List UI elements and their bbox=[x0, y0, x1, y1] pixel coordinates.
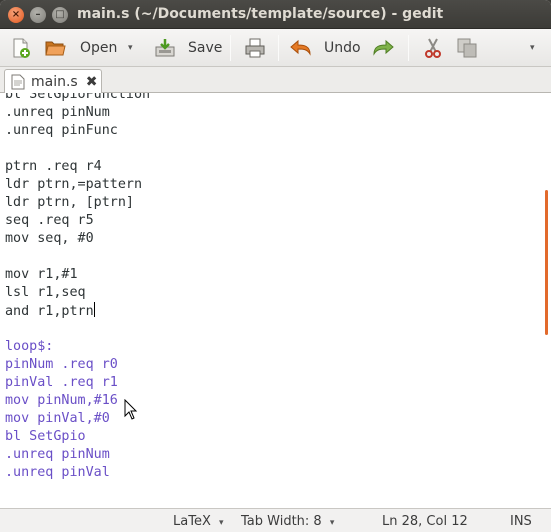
open-button[interactable]: Open bbox=[44, 35, 117, 61]
window-close-button[interactable]: × bbox=[8, 7, 24, 23]
code-line-text: .unreq pinNum bbox=[5, 105, 110, 120]
code-line[interactable]: .unreq pinNum bbox=[5, 104, 150, 122]
new-button[interactable] bbox=[10, 35, 32, 61]
code-line[interactable]: ldr ptrn, [ptrn] bbox=[5, 194, 150, 212]
code-line-text: mov seq, #0 bbox=[5, 231, 94, 246]
code-line-text: mov r1,#1 bbox=[5, 267, 78, 282]
tab-label: main.s bbox=[31, 74, 78, 90]
cut-button[interactable] bbox=[422, 35, 444, 61]
code-line[interactable] bbox=[5, 248, 150, 266]
text-caret bbox=[93, 302, 95, 317]
text-editor[interactable]: bl SetGpioFunction .unreq pinNum .unreq pi… bbox=[0, 93, 551, 508]
code-line-text: mov pinVal,#0 bbox=[5, 411, 110, 426]
chevron-down-icon: ▾ bbox=[219, 518, 224, 528]
code-line-text: loop$: bbox=[5, 339, 54, 354]
code-line[interactable] bbox=[5, 140, 150, 158]
toolbar: Open ▾ Save Undo ▾ bbox=[0, 29, 551, 67]
chevron-down-icon: ▾ bbox=[530, 43, 535, 53]
code-line-text: mov pinNum,#16 bbox=[5, 393, 118, 408]
code-line-text: pinVal .req r1 bbox=[5, 375, 118, 390]
code-line[interactable]: lsl r1,seq bbox=[5, 284, 150, 302]
code-line[interactable]: mov r1,#1 bbox=[5, 266, 150, 284]
undo-icon bbox=[290, 37, 312, 59]
code-line-text: pinNum .req r0 bbox=[5, 357, 118, 372]
text-file-icon bbox=[11, 74, 25, 90]
gedit-window: × – □ main.s (~/Documents/template/sourc… bbox=[0, 0, 551, 532]
status-bar: LaTeX ▾ Tab Width: 8 ▾ Ln 28, Col 12 INS bbox=[0, 508, 551, 532]
cut-icon bbox=[422, 37, 444, 59]
code-line-text: ldr ptrn,=pattern bbox=[5, 177, 143, 192]
code-line[interactable]: ldr ptrn,=pattern bbox=[5, 176, 150, 194]
save-label: Save bbox=[188, 40, 223, 56]
window-title: main.s (~/Documents/template/source) - g… bbox=[77, 6, 444, 22]
toolbar-separator bbox=[408, 35, 409, 61]
code-line[interactable]: bl SetGpioFunction bbox=[5, 93, 150, 104]
code-line[interactable]: pinNum .req r0 bbox=[5, 356, 150, 374]
print-icon bbox=[244, 37, 266, 59]
open-label: Open bbox=[80, 40, 118, 56]
copy-button[interactable] bbox=[456, 35, 478, 61]
code-line[interactable]: .unreq pinNum bbox=[5, 446, 150, 464]
cursor-position: Ln 28, Col 12 bbox=[382, 514, 468, 529]
code-line[interactable]: .unreq pinFunc bbox=[5, 122, 150, 140]
language-label: LaTeX bbox=[173, 514, 211, 529]
insert-mode-indicator[interactable]: INS bbox=[510, 514, 532, 529]
tab-main-s[interactable]: main.s ✖ bbox=[4, 69, 102, 94]
language-selector[interactable]: LaTeX ▾ bbox=[173, 514, 224, 529]
code-line-text: seq .req r5 bbox=[5, 213, 94, 228]
code-line-text: bl SetGpio bbox=[5, 429, 86, 444]
code-line[interactable]: bl SetGpio bbox=[5, 428, 150, 446]
code-line[interactable]: loop$: bbox=[5, 338, 150, 356]
folder-open-icon bbox=[44, 37, 66, 59]
window-minimize-button[interactable]: – bbox=[30, 7, 46, 23]
code-line-text: lsl r1,seq bbox=[5, 285, 86, 300]
open-recent-dropdown[interactable]: ▾ bbox=[128, 35, 133, 61]
toolbar-separator bbox=[278, 35, 279, 61]
code-line[interactable] bbox=[5, 320, 150, 338]
code-line[interactable]: seq .req r5 bbox=[5, 212, 150, 230]
code-line-text: ptrn .req r4 bbox=[5, 159, 102, 174]
toolbar-separator bbox=[230, 35, 231, 61]
code-line-text: .unreq pinVal bbox=[5, 465, 110, 480]
scrollbar-indicator[interactable] bbox=[545, 190, 548, 335]
tab-close-icon[interactable]: ✖ bbox=[86, 74, 98, 90]
save-icon bbox=[154, 37, 176, 59]
undo-button[interactable]: Undo bbox=[290, 35, 361, 61]
code-line-text: ldr ptrn, [ptrn] bbox=[5, 195, 134, 210]
new-document-icon bbox=[10, 37, 32, 59]
redo-icon bbox=[372, 37, 394, 59]
code-line-text: .unreq pinFunc bbox=[5, 123, 118, 138]
mouse-pointer-icon bbox=[124, 398, 138, 425]
code-line[interactable]: ptrn .req r4 bbox=[5, 158, 150, 176]
chevron-down-icon: ▾ bbox=[128, 43, 133, 53]
code-line[interactable]: and r1,ptrn bbox=[5, 302, 150, 320]
chevron-down-icon: ▾ bbox=[329, 518, 335, 528]
code-line[interactable]: .unreq pinVal bbox=[5, 464, 150, 482]
window-maximize-button[interactable]: □ bbox=[52, 7, 68, 23]
redo-button[interactable] bbox=[372, 35, 394, 61]
print-button[interactable] bbox=[244, 35, 266, 61]
tab-bar: main.s ✖ bbox=[0, 67, 551, 94]
code-line[interactable]: pinVal .req r1 bbox=[5, 374, 150, 392]
code-line-text: and r1,ptrn bbox=[5, 304, 94, 319]
code-line-text: bl SetGpioFunction bbox=[5, 93, 151, 102]
toolbar-overflow-button[interactable]: ▾ bbox=[530, 35, 535, 61]
save-button[interactable]: Save bbox=[154, 35, 222, 61]
tab-width-selector[interactable]: Tab Width: 8 ▾ bbox=[241, 514, 334, 529]
code-line-text: .unreq pinNum bbox=[5, 447, 110, 462]
title-bar[interactable]: × – □ main.s (~/Documents/template/sourc… bbox=[0, 0, 551, 29]
copy-icon bbox=[456, 37, 478, 59]
undo-label: Undo bbox=[324, 40, 361, 56]
code-line[interactable]: mov seq, #0 bbox=[5, 230, 150, 248]
tab-width-label: Tab Width: 8 bbox=[241, 514, 322, 529]
